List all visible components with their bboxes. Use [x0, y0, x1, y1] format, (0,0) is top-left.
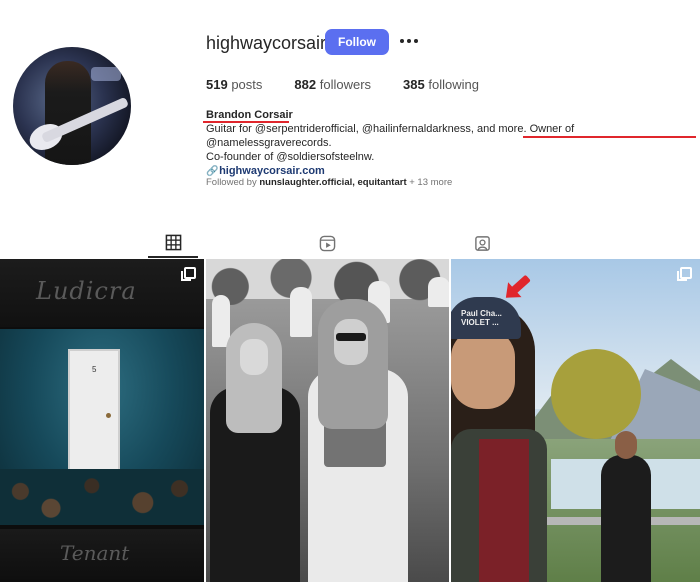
bio-guitar-text: Guitar for @serpentriderofficial, @haili…	[206, 123, 530, 135]
album-top-panel: Ludicra	[0, 259, 204, 327]
profile-tabs	[0, 228, 700, 258]
following-stat[interactable]: 385 following	[403, 77, 479, 92]
more-options-icon[interactable]	[398, 29, 420, 53]
woman-face	[240, 339, 268, 375]
door-number: 5	[92, 365, 97, 374]
followers-stat[interactable]: 882 followers	[294, 77, 371, 92]
cap-text: Paul Cha... VIOLET ...	[461, 309, 502, 327]
bio-line-2: Co-founder of @soldiersofsteelnw.	[206, 151, 375, 163]
profile-avatar[interactable]	[13, 47, 131, 165]
post-thumbnail-1[interactable]: Ludicra 5 Tenant	[0, 259, 204, 582]
name-underline-annotation	[203, 121, 289, 123]
posts-stat: 519 posts	[206, 77, 263, 92]
tab-reels[interactable]	[302, 228, 352, 258]
profile-username: highwaycorsair	[206, 33, 327, 53]
reels-icon	[319, 235, 335, 251]
gravestone	[428, 277, 449, 307]
door-artwork: 5	[0, 329, 204, 525]
ludicra-logo-text: Ludicra	[36, 277, 137, 305]
gravestone	[290, 287, 312, 337]
profile-stats: 519 posts 882 followers 385 following	[206, 77, 511, 92]
sunglasses	[336, 333, 366, 341]
trees	[206, 259, 449, 305]
profile-display-name: Brandon Corsair	[206, 109, 293, 121]
tab-tagged[interactable]	[457, 228, 507, 258]
multiple-posts-icon	[181, 267, 196, 281]
multiple-posts-icon	[677, 267, 692, 281]
posts-grid: Ludicra 5 Tenant Paul Cha... VIOLET ...	[0, 259, 700, 582]
website-link[interactable]: highwaycorsair.com	[219, 165, 325, 177]
follow-button[interactable]: Follow	[325, 29, 389, 55]
stage-light	[91, 67, 121, 81]
rocks	[0, 469, 204, 525]
profile-bio: Brandon Corsair Guitar for @serpentrider…	[206, 108, 696, 179]
tenant-logo-text: Tenant	[60, 541, 130, 565]
post-thumbnail-3[interactable]: Paul Cha... VIOLET ...	[451, 259, 700, 582]
grid-icon	[165, 234, 181, 250]
white-door: 5	[68, 349, 120, 477]
post-thumbnail-2[interactable]	[206, 259, 449, 582]
tab-posts[interactable]	[148, 228, 198, 258]
album-bottom-panel: Tenant	[0, 529, 204, 582]
woman-face	[615, 431, 637, 459]
man-face	[334, 319, 368, 365]
autumn-tree	[551, 349, 641, 439]
door-knob	[106, 413, 111, 418]
red-shirt	[479, 439, 529, 582]
man-face	[451, 329, 515, 409]
woman-figure	[601, 455, 651, 582]
guitarist-figure	[45, 61, 91, 165]
followed-by[interactable]: Followed by nunslaughter.official, equit…	[206, 177, 452, 188]
tagged-icon	[474, 235, 490, 251]
owner-underline-annotation	[523, 136, 696, 138]
